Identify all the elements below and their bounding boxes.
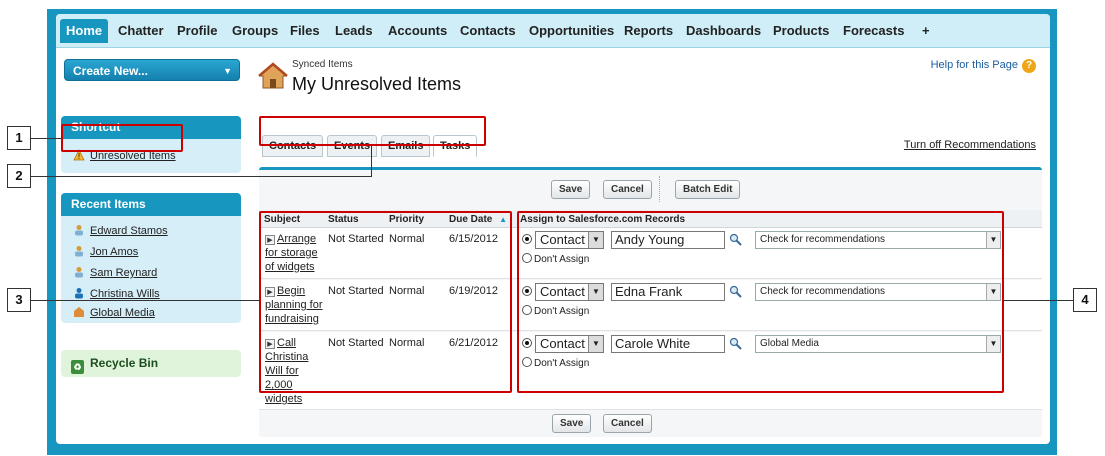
tab-groups[interactable]: Groups [226, 19, 284, 43]
page-title: My Unresolved Items [292, 74, 462, 94]
contact-icon [73, 224, 85, 236]
callout-number-3: 3 [7, 288, 31, 312]
callout-line-3 [31, 300, 259, 301]
recent-item[interactable]: Edward Stamos [73, 224, 168, 237]
tab-more-plus[interactable]: + [916, 19, 936, 43]
cancel-button-bottom[interactable]: Cancel [603, 414, 652, 433]
contact-icon [73, 266, 85, 278]
callout-line-1 [31, 138, 61, 139]
chevron-down-icon: ▼ [223, 66, 232, 76]
batch-edit-button[interactable]: Batch Edit [675, 180, 741, 199]
callout-number-2: 2 [7, 164, 31, 188]
tab-forecasts[interactable]: Forecasts [837, 19, 910, 43]
recent-item-label: Sam Reynard [90, 267, 158, 279]
help-label: Help for this Page [930, 59, 1018, 71]
recycle-bin-icon: ♻ [71, 360, 84, 374]
callout-box-assign [517, 211, 1004, 393]
tab-leads[interactable]: Leads [329, 19, 379, 43]
contact-icon [73, 245, 85, 257]
tab-profile[interactable]: Profile [171, 19, 223, 43]
tab-files[interactable]: Files [284, 19, 326, 43]
tab-opportunities[interactable]: Opportunities [523, 19, 620, 43]
account-icon [73, 306, 85, 318]
recent-item-label: Edward Stamos [90, 225, 168, 237]
recent-items-header: Recent Items [61, 193, 241, 216]
recent-item[interactable]: Global Media [73, 306, 155, 319]
recent-item-label: Global Media [90, 307, 155, 319]
callout-box-subtabs [259, 116, 486, 146]
sidebar: Create New... ▼ Shortcut Unresolved Item… [56, 48, 246, 444]
callout-line-4 [1004, 300, 1074, 301]
recent-items-panel: Edward Stamos Jon Amos Sam Reynard Chris… [61, 216, 241, 323]
turn-off-recommendations-link[interactable]: Turn off Recommendations [904, 139, 1036, 151]
recent-item[interactable]: Christina Wills [73, 287, 160, 300]
callout-box-shortcut [61, 124, 183, 152]
recent-item-label: Jon Amos [90, 246, 139, 258]
breadcrumb: Synced Items [292, 59, 353, 70]
tab-contacts[interactable]: Contacts [454, 19, 522, 43]
tab-reports[interactable]: Reports [618, 19, 679, 43]
help-icon: ? [1022, 59, 1036, 73]
create-new-label: Create New... [73, 64, 148, 78]
create-new-button[interactable]: Create New... ▼ [64, 59, 240, 81]
person-icon [73, 287, 85, 299]
tab-home[interactable]: Home [60, 19, 109, 43]
subject-line: widgets [265, 393, 303, 405]
main-tab-bar: Home Chatter Profile Groups Files Leads … [56, 14, 1050, 48]
recycle-bin-label: Recycle Bin [90, 356, 159, 370]
home-icon [258, 62, 288, 89]
cancel-button[interactable]: Cancel [603, 180, 652, 199]
toolbar-divider [659, 176, 660, 202]
recent-item-label: Christina Wills [90, 288, 160, 300]
callout-box-subjects [259, 211, 512, 393]
callout-line-2 [31, 176, 372, 177]
help-link[interactable]: Help for this Page? [931, 59, 1036, 73]
callout-number-4: 4 [1073, 288, 1097, 312]
save-button-bottom[interactable]: Save [552, 414, 592, 433]
callout-number-1: 1 [7, 126, 31, 150]
tab-chatter[interactable]: Chatter [112, 19, 170, 43]
save-button[interactable]: Save [551, 180, 591, 199]
recent-item[interactable]: Sam Reynard [73, 266, 157, 279]
recent-item[interactable]: Jon Amos [73, 245, 138, 258]
tab-products[interactable]: Products [767, 19, 835, 43]
callout-line-2-vertical [371, 146, 372, 177]
tab-accounts[interactable]: Accounts [382, 19, 453, 43]
recycle-bin-link[interactable]: ♻ Recycle Bin [61, 350, 241, 377]
tab-dashboards[interactable]: Dashboards [680, 19, 767, 43]
